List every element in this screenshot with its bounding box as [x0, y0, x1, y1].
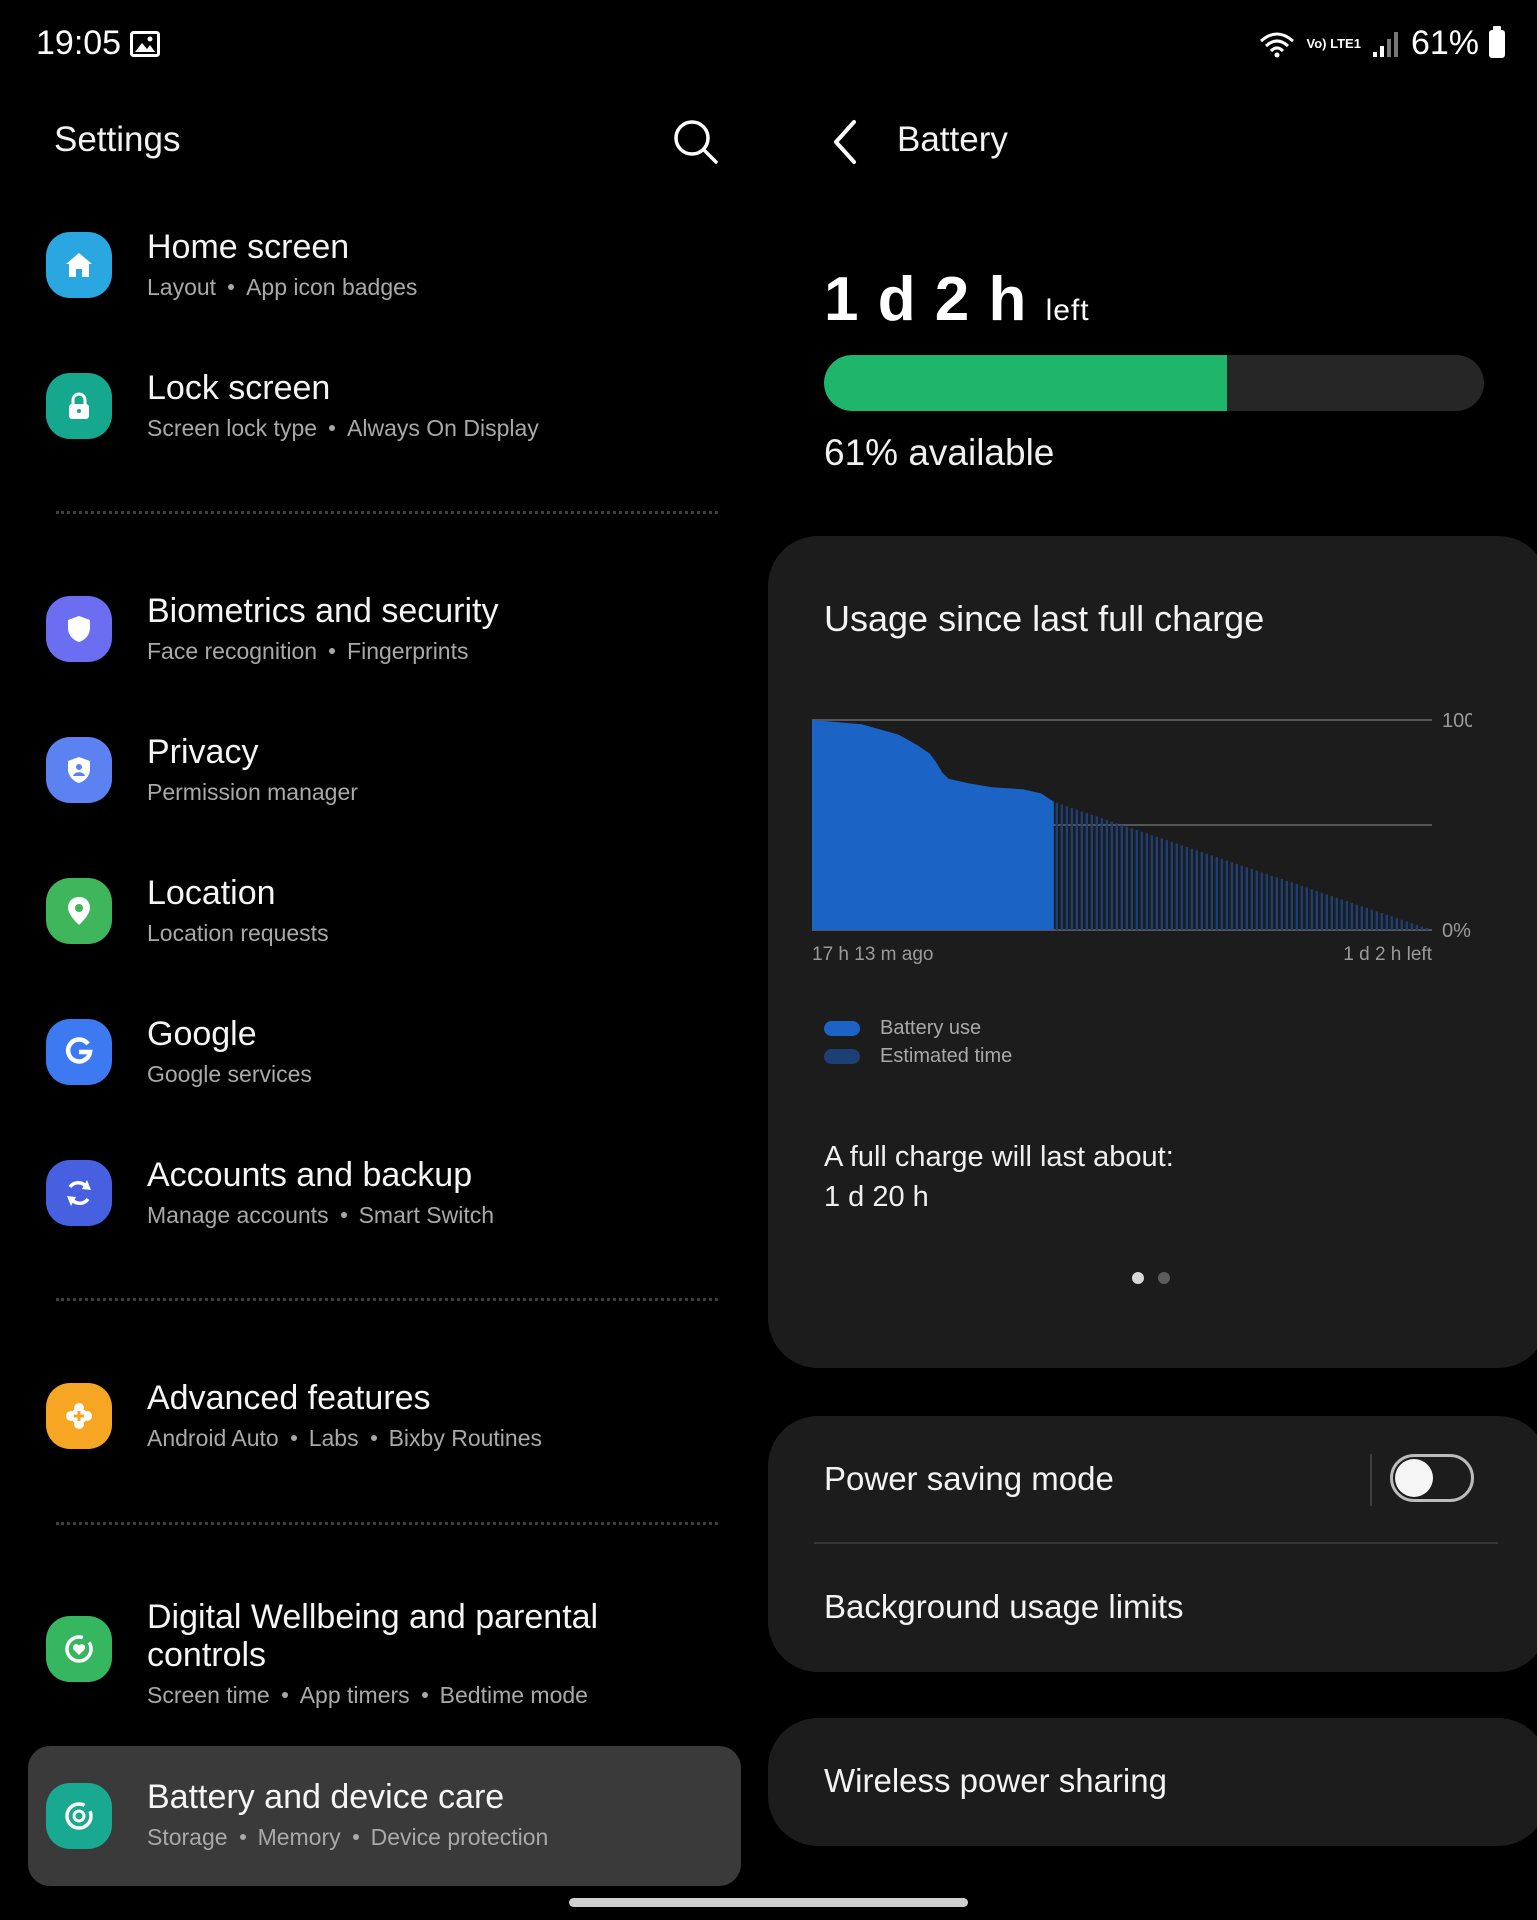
- status-time: 19:05: [36, 24, 122, 62]
- home-icon: [46, 232, 112, 298]
- google-g-icon: [46, 1019, 112, 1085]
- network-type: Vo) LTE1: [1306, 36, 1361, 51]
- legend-swatch: [824, 1020, 860, 1036]
- item-title: Battery and device care: [147, 1778, 505, 1816]
- settings-item-battery-device-care[interactable]: Battery and device care Storage Memory Dev…: [28, 1746, 741, 1886]
- sync-icon: [46, 1160, 112, 1226]
- page-dot-active: [1132, 1272, 1144, 1284]
- power-options-card: Power saving mode Background usage limit…: [768, 1416, 1537, 1672]
- item-title: Location: [147, 874, 276, 912]
- item-subtitle: Screen time App timers Bedtime mode: [147, 1682, 588, 1708]
- item-subtitle: Permission manager: [147, 779, 358, 805]
- item-subtitle: Location requests: [147, 920, 329, 946]
- item-subtitle: Storage Memory Device protection: [147, 1824, 549, 1850]
- wifi-icon: [1259, 32, 1294, 57]
- wellbeing-icon: [46, 1616, 112, 1682]
- item-title: Home screen: [147, 228, 350, 266]
- settings-item-accounts[interactable]: Accounts and backup Manage accounts Smart…: [28, 1128, 741, 1258]
- x-tick-label: 1 d 2 h left: [1343, 944, 1432, 965]
- legend-label: Estimated time: [880, 1044, 1013, 1067]
- status-bar: 19:05 Vo) LTE1 61%: [0, 0, 1537, 92]
- item-title: Advanced features: [147, 1379, 431, 1417]
- section-divider: [56, 1522, 718, 1525]
- item-subtitle: Screen lock type Always On Display: [147, 415, 539, 441]
- battery-icon: [1489, 25, 1505, 58]
- item-title: Accounts and backup: [147, 1156, 473, 1194]
- privacy-shield-icon: [46, 737, 112, 803]
- legend-swatch: [824, 1048, 860, 1064]
- battery-title: Battery: [897, 120, 1008, 159]
- settings-item-google[interactable]: Google Google services: [28, 987, 741, 1117]
- y-tick-label: 0%: [1442, 920, 1471, 942]
- legend-item-battery-use: Battery use: [824, 1014, 1012, 1042]
- settings-item-digital-wellbeing[interactable]: Digital Wellbeing and parental controls …: [28, 1574, 741, 1714]
- settings-item-advanced-features[interactable]: Advanced features Android Auto Labs Bixby …: [28, 1351, 741, 1481]
- item-title: Lock screen: [147, 369, 331, 407]
- legend-label: Battery use: [880, 1016, 982, 1039]
- battery-available-text: 61% available: [824, 432, 1055, 473]
- item-subtitle: Google services: [147, 1061, 312, 1087]
- settings-item-location[interactable]: Location Location requests: [28, 846, 741, 976]
- device-care-icon: [46, 1783, 112, 1849]
- wireless-sharing-card[interactable]: Wireless power sharing: [768, 1718, 1537, 1846]
- full-charge-label: A full charge will last about:: [824, 1141, 1174, 1173]
- item-subtitle: Layout App icon badges: [147, 274, 418, 300]
- section-divider: [56, 511, 718, 514]
- power-saving-row[interactable]: Power saving mode: [768, 1416, 1537, 1542]
- settings-item-home-screen[interactable]: Home screen Layout App icon badges: [28, 200, 741, 330]
- home-indicator[interactable]: [569, 1898, 968, 1907]
- lock-icon: [46, 373, 112, 439]
- item-title: Google: [147, 1015, 257, 1053]
- chart-legend: Battery use Estimated time: [824, 1014, 1012, 1070]
- settings-pane: Settings Home screen Layout App icon badg…: [0, 92, 760, 1920]
- usage-title: Usage since last full charge: [824, 598, 1265, 639]
- section-divider: [56, 1298, 718, 1301]
- shield-icon: [46, 596, 112, 662]
- power-saving-label: Power saving mode: [824, 1460, 1114, 1497]
- page-dot: [1158, 1272, 1170, 1284]
- item-title: Privacy: [147, 733, 259, 771]
- legend-item-estimated-time: Estimated time: [824, 1042, 1012, 1070]
- page-title: Settings: [54, 120, 181, 159]
- item-subtitle: Face recognition Fingerprints: [147, 638, 469, 664]
- time-left-suffix: left: [1045, 294, 1090, 327]
- battery-level-fill: [824, 355, 1227, 411]
- back-arrow-icon[interactable]: [822, 114, 872, 170]
- item-subtitle: Manage accounts Smart Switch: [147, 1202, 495, 1228]
- settings-item-biometrics[interactable]: Biometrics and security Face recognition…: [28, 564, 741, 694]
- time-left: 1 d 2 h left: [824, 264, 1090, 335]
- settings-item-lock-screen[interactable]: Lock screen Screen lock type Always On Di…: [28, 341, 741, 471]
- row-divider: [1370, 1454, 1372, 1506]
- puzzle-icon: [46, 1383, 112, 1449]
- location-pin-icon: [46, 878, 112, 944]
- item-title: Biometrics and security: [147, 592, 499, 630]
- power-saving-toggle[interactable]: [1390, 1454, 1474, 1502]
- settings-item-privacy[interactable]: Privacy Permission manager: [28, 705, 741, 835]
- search-icon[interactable]: [666, 112, 726, 172]
- background-limits-label: Background usage limits: [824, 1588, 1184, 1625]
- battery-pane: Battery 1 d 2 h left 61% available Usage…: [760, 92, 1537, 1920]
- battery-percent: 61%: [1410, 24, 1479, 62]
- item-subtitle: Android Auto Labs Bixby Routines: [147, 1425, 543, 1451]
- usage-chart: 100 0% 17 h 13 m ago 1 d 2 h left: [812, 710, 1472, 965]
- item-title-line-2: controls: [147, 1636, 267, 1674]
- full-charge-value: 1 d 20 h: [824, 1181, 929, 1213]
- x-tick-label: 17 h 13 m ago: [812, 944, 933, 965]
- battery-level-bar: [824, 355, 1484, 411]
- time-left-value: 1 d 2 h: [824, 265, 1028, 334]
- wireless-sharing-label: Wireless power sharing: [824, 1762, 1167, 1799]
- battery-use-area: [812, 720, 1054, 930]
- background-limits-row[interactable]: Background usage limits: [768, 1544, 1537, 1672]
- toggle-knob: [1395, 1459, 1433, 1497]
- item-title-line-1: Digital Wellbeing and parental: [147, 1598, 599, 1636]
- usage-card[interactable]: Usage since last full charge 100 0% 17 h 1…: [768, 536, 1537, 1368]
- page-indicator[interactable]: [1132, 1272, 1170, 1284]
- signal-icon: [1372, 31, 1398, 57]
- y-tick-label: 100: [1442, 710, 1472, 732]
- gallery-icon: [130, 31, 160, 57]
